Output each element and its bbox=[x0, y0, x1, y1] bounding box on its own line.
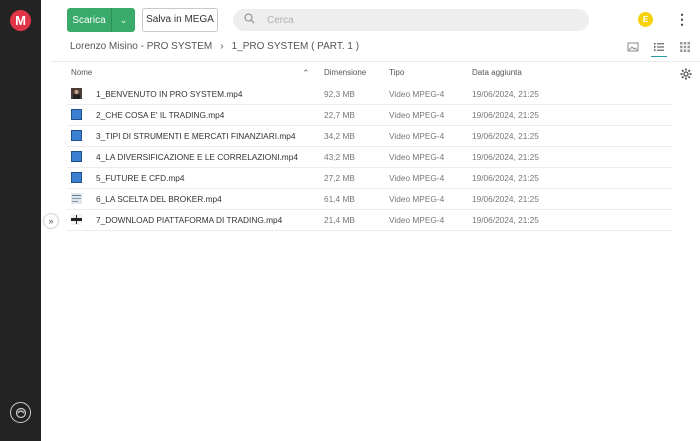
file-row[interactable]: 5_FUTURE E CFD.mp4 27,2 MB Video MPEG-4 19/… bbox=[67, 168, 672, 189]
gear-icon[interactable] bbox=[680, 67, 692, 80]
file-size: 61,4 MB bbox=[324, 194, 355, 204]
video-thumbnail-icon bbox=[71, 214, 82, 225]
list-view-icon[interactable] bbox=[651, 40, 667, 57]
view-toggles bbox=[627, 40, 691, 57]
video-thumbnail-icon bbox=[71, 151, 82, 162]
mega-logo[interactable]: M bbox=[10, 10, 31, 31]
search-icon bbox=[244, 11, 255, 29]
file-type: Video MPEG-4 bbox=[389, 194, 445, 204]
column-header-size[interactable]: Dimensione bbox=[324, 62, 366, 84]
file-name[interactable]: 4_LA DIVERSIFICAZIONE E LE CORRELAZIONI.… bbox=[96, 147, 298, 167]
left-rail: M bbox=[0, 0, 41, 441]
file-size: 43,2 MB bbox=[324, 152, 355, 162]
file-date: 19/06/2024, 21:25 bbox=[472, 173, 539, 183]
file-size: 34,2 MB bbox=[324, 131, 355, 141]
file-size: 92,3 MB bbox=[324, 89, 355, 99]
file-date: 19/06/2024, 21:25 bbox=[472, 131, 539, 141]
avatar[interactable]: E bbox=[638, 12, 653, 27]
breadcrumb: Lorenzo Misino - PRO SYSTEM › 1_PRO SYST… bbox=[70, 41, 359, 52]
download-label: Scarica bbox=[72, 14, 106, 26]
file-date: 19/06/2024, 21:25 bbox=[472, 194, 539, 204]
file-name[interactable]: 5_FUTURE E CFD.mp4 bbox=[96, 168, 185, 188]
image-view-icon[interactable] bbox=[627, 40, 639, 52]
grid-view-icon[interactable] bbox=[679, 40, 691, 52]
file-row[interactable]: 2_CHE COSA E' IL TRADING.mp4 22,7 MB Video… bbox=[67, 105, 672, 126]
file-name[interactable]: 7_DOWNLOAD PIATTAFORMA DI TRADING.mp4 bbox=[96, 210, 282, 230]
video-thumbnail-icon bbox=[71, 193, 82, 204]
breadcrumb-parent[interactable]: Lorenzo Misino - PRO SYSTEM bbox=[70, 41, 212, 52]
file-name[interactable]: 1_BENVENUTO IN PRO SYSTEM.mp4 bbox=[96, 84, 242, 104]
column-header-type[interactable]: Tipo bbox=[389, 62, 404, 84]
file-name[interactable]: 6_LA SCELTA DEL BROKER.mp4 bbox=[96, 189, 222, 209]
file-row[interactable]: 3_TIPI DI STRUMENTI E MERCATI FINANZIARI… bbox=[67, 126, 672, 147]
file-row[interactable]: 6_LA SCELTA DEL BROKER.mp4 61,4 MB Video M… bbox=[67, 189, 672, 210]
column-header-date[interactable]: Data aggiunta bbox=[472, 62, 522, 84]
file-type: Video MPEG-4 bbox=[389, 173, 445, 183]
file-type: Video MPEG-4 bbox=[389, 215, 445, 225]
file-name[interactable]: 2_CHE COSA E' IL TRADING.mp4 bbox=[96, 105, 224, 125]
save-in-mega-button[interactable]: Salva in MEGA bbox=[142, 8, 218, 32]
video-thumbnail-icon bbox=[71, 88, 82, 99]
file-name[interactable]: 3_TIPI DI STRUMENTI E MERCATI FINANZIARI… bbox=[96, 126, 295, 146]
search-bar[interactable] bbox=[233, 9, 589, 31]
video-thumbnail-icon bbox=[71, 172, 82, 183]
video-thumbnail-icon bbox=[71, 109, 82, 120]
file-date: 19/06/2024, 21:25 bbox=[472, 215, 539, 225]
file-row[interactable]: 4_LA DIVERSIFICAZIONE E LE CORRELAZIONI.… bbox=[67, 147, 672, 168]
download-button[interactable]: Scarica ⌄ bbox=[67, 8, 135, 32]
file-date: 19/06/2024, 21:25 bbox=[472, 152, 539, 162]
file-type: Video MPEG-4 bbox=[389, 89, 445, 99]
file-row[interactable]: 1_BENVENUTO IN PRO SYSTEM.mp4 92,3 MB Vide… bbox=[67, 84, 672, 105]
mega-icon[interactable] bbox=[10, 402, 31, 423]
file-row[interactable]: 7_DOWNLOAD PIATTAFORMA DI TRADING.mp4 21,… bbox=[67, 210, 672, 231]
chevron-right-icon: › bbox=[220, 41, 224, 52]
file-type: Video MPEG-4 bbox=[389, 152, 445, 162]
file-date: 19/06/2024, 21:25 bbox=[472, 89, 539, 99]
column-header-name[interactable]: Nome bbox=[71, 62, 92, 84]
file-size: 21,4 MB bbox=[324, 215, 355, 225]
file-type: Video MPEG-4 bbox=[389, 131, 445, 141]
sort-chevron-icon[interactable]: ⌃ bbox=[302, 62, 310, 84]
file-size: 22,7 MB bbox=[324, 110, 355, 120]
chevron-down-icon[interactable]: ⌄ bbox=[112, 15, 135, 26]
breadcrumb-current: 1_PRO SYSTEM ( PART. 1 ) bbox=[231, 41, 360, 52]
column-name-label: Nome bbox=[71, 68, 93, 77]
file-type: Video MPEG-4 bbox=[389, 110, 445, 120]
file-date: 19/06/2024, 21:25 bbox=[472, 110, 539, 120]
main-panel: Scarica ⌄ Salva in MEGA E ⋮ Lorenzo Misi… bbox=[51, 0, 700, 441]
file-size: 27,2 MB bbox=[324, 173, 355, 183]
video-thumbnail-icon bbox=[71, 130, 82, 141]
search-input[interactable] bbox=[267, 14, 567, 26]
divider bbox=[51, 61, 700, 62]
more-options-icon[interactable]: ⋮ bbox=[675, 11, 689, 29]
